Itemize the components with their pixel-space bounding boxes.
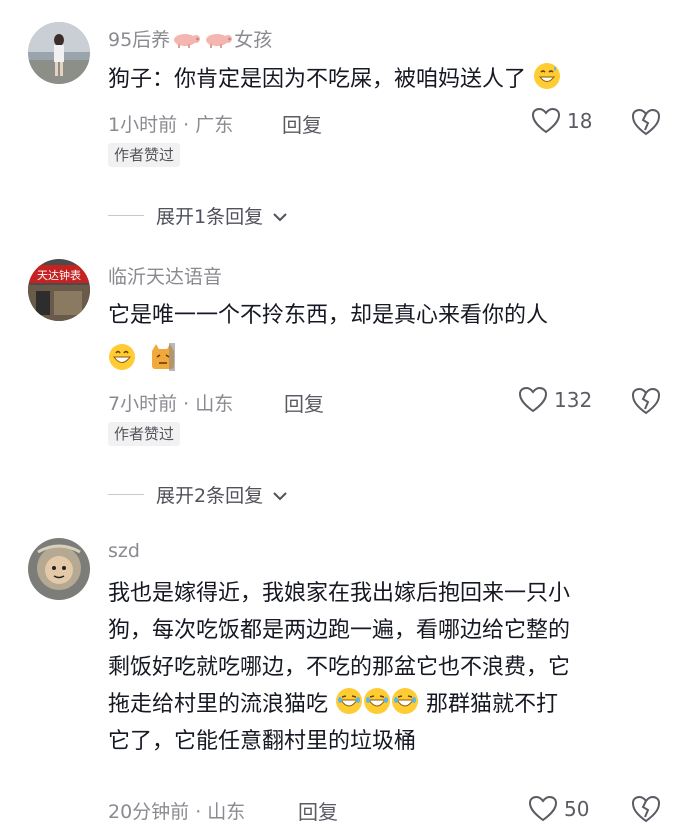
grinning-emoji: [108, 343, 136, 371]
heart-outline-icon: [528, 795, 558, 823]
dislike-button[interactable]: [631, 794, 661, 824]
like-button[interactable]: 18: [531, 107, 592, 135]
author-liked-badge: 作者赞过: [108, 143, 181, 167]
avatar[interactable]: 天达钟表: [28, 259, 90, 321]
time-location: 7小时前 · 山东: [108, 393, 234, 415]
broken-heart-icon: [631, 107, 661, 137]
expand-divider: [108, 215, 144, 216]
expand-replies-button[interactable]: 展开1条回复: [108, 202, 287, 229]
expand-divider: [108, 494, 144, 495]
dislike-button[interactable]: [631, 386, 661, 416]
broken-heart-icon: [631, 794, 661, 824]
pig-icon: [203, 30, 233, 48]
reply-button[interactable]: 回复: [298, 796, 338, 825]
author-liked-badge: 作者赞过: [108, 422, 181, 446]
time-location: 20分钟前 · 山东: [108, 801, 246, 823]
like-count: 50: [564, 797, 590, 821]
grinning-sweat-emoji: [533, 62, 561, 90]
reply-button[interactable]: 回复: [282, 109, 322, 138]
avatar[interactable]: [28, 22, 90, 84]
dislike-button[interactable]: [631, 107, 661, 137]
avatar[interactable]: [28, 538, 90, 600]
reply-button[interactable]: 回复: [284, 388, 324, 417]
username[interactable]: szd: [108, 540, 140, 562]
chevron-down-icon: [273, 484, 287, 506]
cat-emoji: [149, 343, 177, 371]
comment-text: 它是唯一一个不拎东西，却是真心来看你的人: [108, 297, 668, 379]
comment-text: 我也是嫁得近，我娘家在我出嫁后抱回来一只小 狗，每次吃饭都是两边跑一遍，看哪边给…: [108, 581, 571, 754]
rolling-laughing-emoji: [335, 687, 363, 715]
like-count: 132: [554, 388, 593, 412]
rolling-laughing-emoji: [363, 687, 391, 715]
like-button[interactable]: 132: [518, 386, 592, 414]
heart-outline-icon: [531, 107, 561, 135]
expand-label: 展开2条回复: [156, 485, 264, 507]
svg-text:天达钟表: 天达钟表: [37, 268, 81, 282]
broken-heart-icon: [631, 386, 661, 416]
heart-outline-icon: [518, 386, 548, 414]
time-location: 1小时前 · 广东: [108, 114, 234, 136]
like-count: 18: [567, 109, 593, 133]
chevron-down-icon: [273, 205, 287, 227]
rolling-laughing-emoji: [391, 687, 419, 715]
username[interactable]: 临沂天达语音: [108, 262, 222, 289]
expand-label: 展开1条回复: [156, 206, 264, 228]
comment-text: 狗子：你肯定是因为不吃屎，被咱妈送人了: [108, 61, 668, 98]
expand-replies-button[interactable]: 展开2条回复: [108, 481, 287, 508]
username[interactable]: 95后养 女孩: [108, 25, 272, 52]
like-button[interactable]: 50: [528, 795, 589, 823]
pig-icon: [171, 30, 201, 48]
